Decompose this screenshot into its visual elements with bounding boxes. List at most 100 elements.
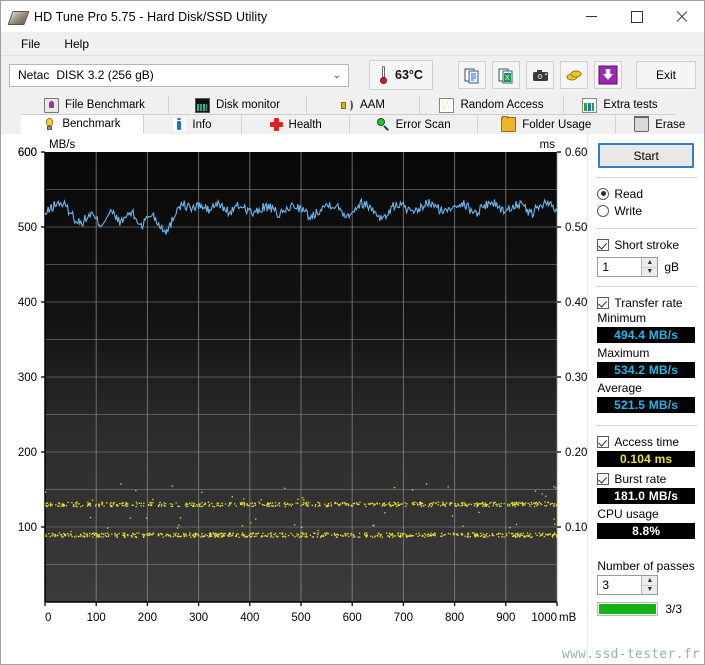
radio-read-label: Read: [614, 187, 643, 201]
tab-aam[interactable]: AAM: [307, 96, 420, 115]
progress-row: 3/3: [588, 602, 704, 616]
short-stroke-stepper-row: 1 ▲ ▼ gB: [588, 257, 704, 277]
svg-text:1000: 1000: [531, 612, 557, 624]
stepper-buttons: ▲ ▼: [641, 576, 657, 594]
menu-item-file[interactable]: File: [9, 35, 52, 53]
checkbox-burst-rate[interactable]: Burst rate: [588, 470, 704, 487]
hdtune-window: HD Tune Pro 5.75 - Hard Disk/SSD Utility…: [0, 0, 705, 665]
svg-text:600: 600: [343, 612, 362, 624]
tab-info[interactable]: Info: [144, 115, 242, 134]
checkbox-access-time[interactable]: Access time: [588, 433, 704, 450]
checkbox-short-stroke-icon: [597, 239, 609, 251]
tab-folder-usage[interactable]: Folder Usage: [478, 115, 616, 134]
average-label: Average: [588, 381, 704, 396]
radio-write[interactable]: Write: [588, 202, 704, 219]
benchmark-icon: [43, 118, 56, 131]
passes-value[interactable]: 3: [598, 578, 641, 592]
cpu-usage-label: CPU usage: [588, 507, 704, 522]
svg-text:mB: mB: [559, 612, 577, 624]
watermark: www.ssd-tester.fr: [562, 647, 700, 662]
stepper-up-icon[interactable]: ▲: [642, 258, 657, 268]
access-time-label: Access time: [614, 435, 679, 449]
drive-select[interactable]: NetacDISK 3.2 (256 gB) ⌄: [9, 64, 349, 87]
svg-text:900: 900: [496, 612, 515, 624]
svg-text:0.40: 0.40: [565, 297, 587, 309]
tab-label: Extra tests: [603, 99, 657, 111]
svg-text:800: 800: [445, 612, 464, 624]
radio-read[interactable]: Read: [588, 185, 704, 202]
tab-benchmark[interactable]: Benchmark: [21, 115, 144, 134]
tab-random-access[interactable]: Random Access: [420, 96, 564, 115]
short-stroke-value[interactable]: 1: [598, 260, 641, 274]
copy-text-icon[interactable]: [458, 61, 486, 89]
tab-file-benchmark[interactable]: File Benchmark: [21, 96, 169, 115]
svg-text:100: 100: [18, 522, 37, 534]
tab-erase[interactable]: Erase: [616, 115, 704, 134]
tab-error-scan[interactable]: Error Scan: [350, 115, 478, 134]
minimize-button[interactable]: [569, 2, 614, 32]
stepper-down-icon[interactable]: ▼: [642, 586, 657, 595]
burst-rate-value: 181.0 MB/s: [597, 488, 695, 504]
maximize-button[interactable]: [614, 2, 659, 32]
svg-text:600: 600: [18, 147, 37, 159]
svg-text:400: 400: [240, 612, 259, 624]
tab-label: Info: [192, 119, 211, 131]
svg-text:500: 500: [18, 222, 37, 234]
close-button[interactable]: [659, 2, 704, 32]
benchmark-chart: 1002003004005006006000.100.200.300.400.5…: [1, 134, 587, 664]
stepper-buttons: ▲ ▼: [641, 258, 657, 276]
health-icon: [270, 118, 283, 131]
short-stroke-unit: gB: [664, 260, 679, 274]
download-icon[interactable]: [594, 61, 622, 89]
screenshot-icon[interactable]: [526, 61, 554, 89]
radio-write-icon: [597, 205, 609, 217]
stepper-down-icon[interactable]: ▼: [642, 268, 657, 277]
tab-label: Erase: [655, 119, 685, 131]
svg-text:ms: ms: [540, 139, 556, 151]
aam-icon: [341, 99, 354, 112]
transfer-rate-label: Transfer rate: [614, 296, 682, 310]
exit-button[interactable]: Exit: [636, 61, 696, 89]
disk-monitor-icon: [195, 98, 210, 113]
drive-select-value: NetacDISK 3.2 (256 gB): [18, 68, 328, 82]
tab-label: AAM: [360, 99, 385, 111]
tab-row-2: Benchmark Info Health Error Scan Folder …: [1, 115, 704, 134]
short-stroke-stepper[interactable]: 1 ▲ ▼: [597, 257, 658, 277]
tab-label: Random Access: [460, 99, 543, 111]
title-bar: HD Tune Pro 5.75 - Hard Disk/SSD Utility: [1, 1, 704, 32]
progress-bar-fill: [599, 604, 656, 614]
svg-text:100: 100: [87, 612, 106, 624]
checkbox-transfer-rate[interactable]: Transfer rate: [588, 294, 704, 311]
divider: [595, 425, 697, 426]
checkbox-transfer-rate-icon: [597, 297, 609, 309]
svg-text:0.10: 0.10: [565, 522, 587, 534]
tab-health[interactable]: Health: [242, 115, 350, 134]
checkbox-access-time-icon: [597, 436, 609, 448]
menu-item-help[interactable]: Help: [52, 35, 101, 53]
svg-text:MB/s: MB/s: [49, 139, 75, 151]
register-icon[interactable]: [560, 61, 588, 89]
svg-text:300: 300: [18, 372, 37, 384]
svg-text:0.20: 0.20: [565, 447, 587, 459]
chevron-down-icon[interactable]: ⌄: [328, 70, 346, 81]
checkbox-short-stroke[interactable]: Short stroke: [588, 236, 704, 253]
minimum-value: 494.4 MB/s: [597, 327, 695, 343]
maximum-label: Maximum: [588, 346, 704, 361]
info-icon: [173, 118, 186, 131]
access-time-value: 0.104 ms: [597, 451, 695, 467]
benchmark-options-panel: Start Read Write Short stroke 1 ▲: [587, 134, 704, 664]
svg-text:0.50: 0.50: [565, 222, 587, 234]
svg-text:400: 400: [18, 297, 37, 309]
passes-stepper[interactable]: 3 ▲ ▼: [597, 575, 658, 595]
radio-read-icon: [597, 188, 609, 200]
divider: [595, 551, 697, 552]
stepper-up-icon[interactable]: ▲: [642, 576, 657, 586]
copy-excel-icon[interactable]: X: [492, 61, 520, 89]
average-value: 521.5 MB/s: [597, 397, 695, 413]
extra-tests-icon: [582, 98, 597, 113]
tab-extra-tests[interactable]: Extra tests: [564, 96, 676, 115]
maximum-value: 534.2 MB/s: [597, 362, 695, 378]
start-button[interactable]: Start: [598, 143, 694, 168]
checkbox-burst-rate-icon: [597, 473, 609, 485]
tab-disk-monitor[interactable]: Disk monitor: [169, 96, 307, 115]
